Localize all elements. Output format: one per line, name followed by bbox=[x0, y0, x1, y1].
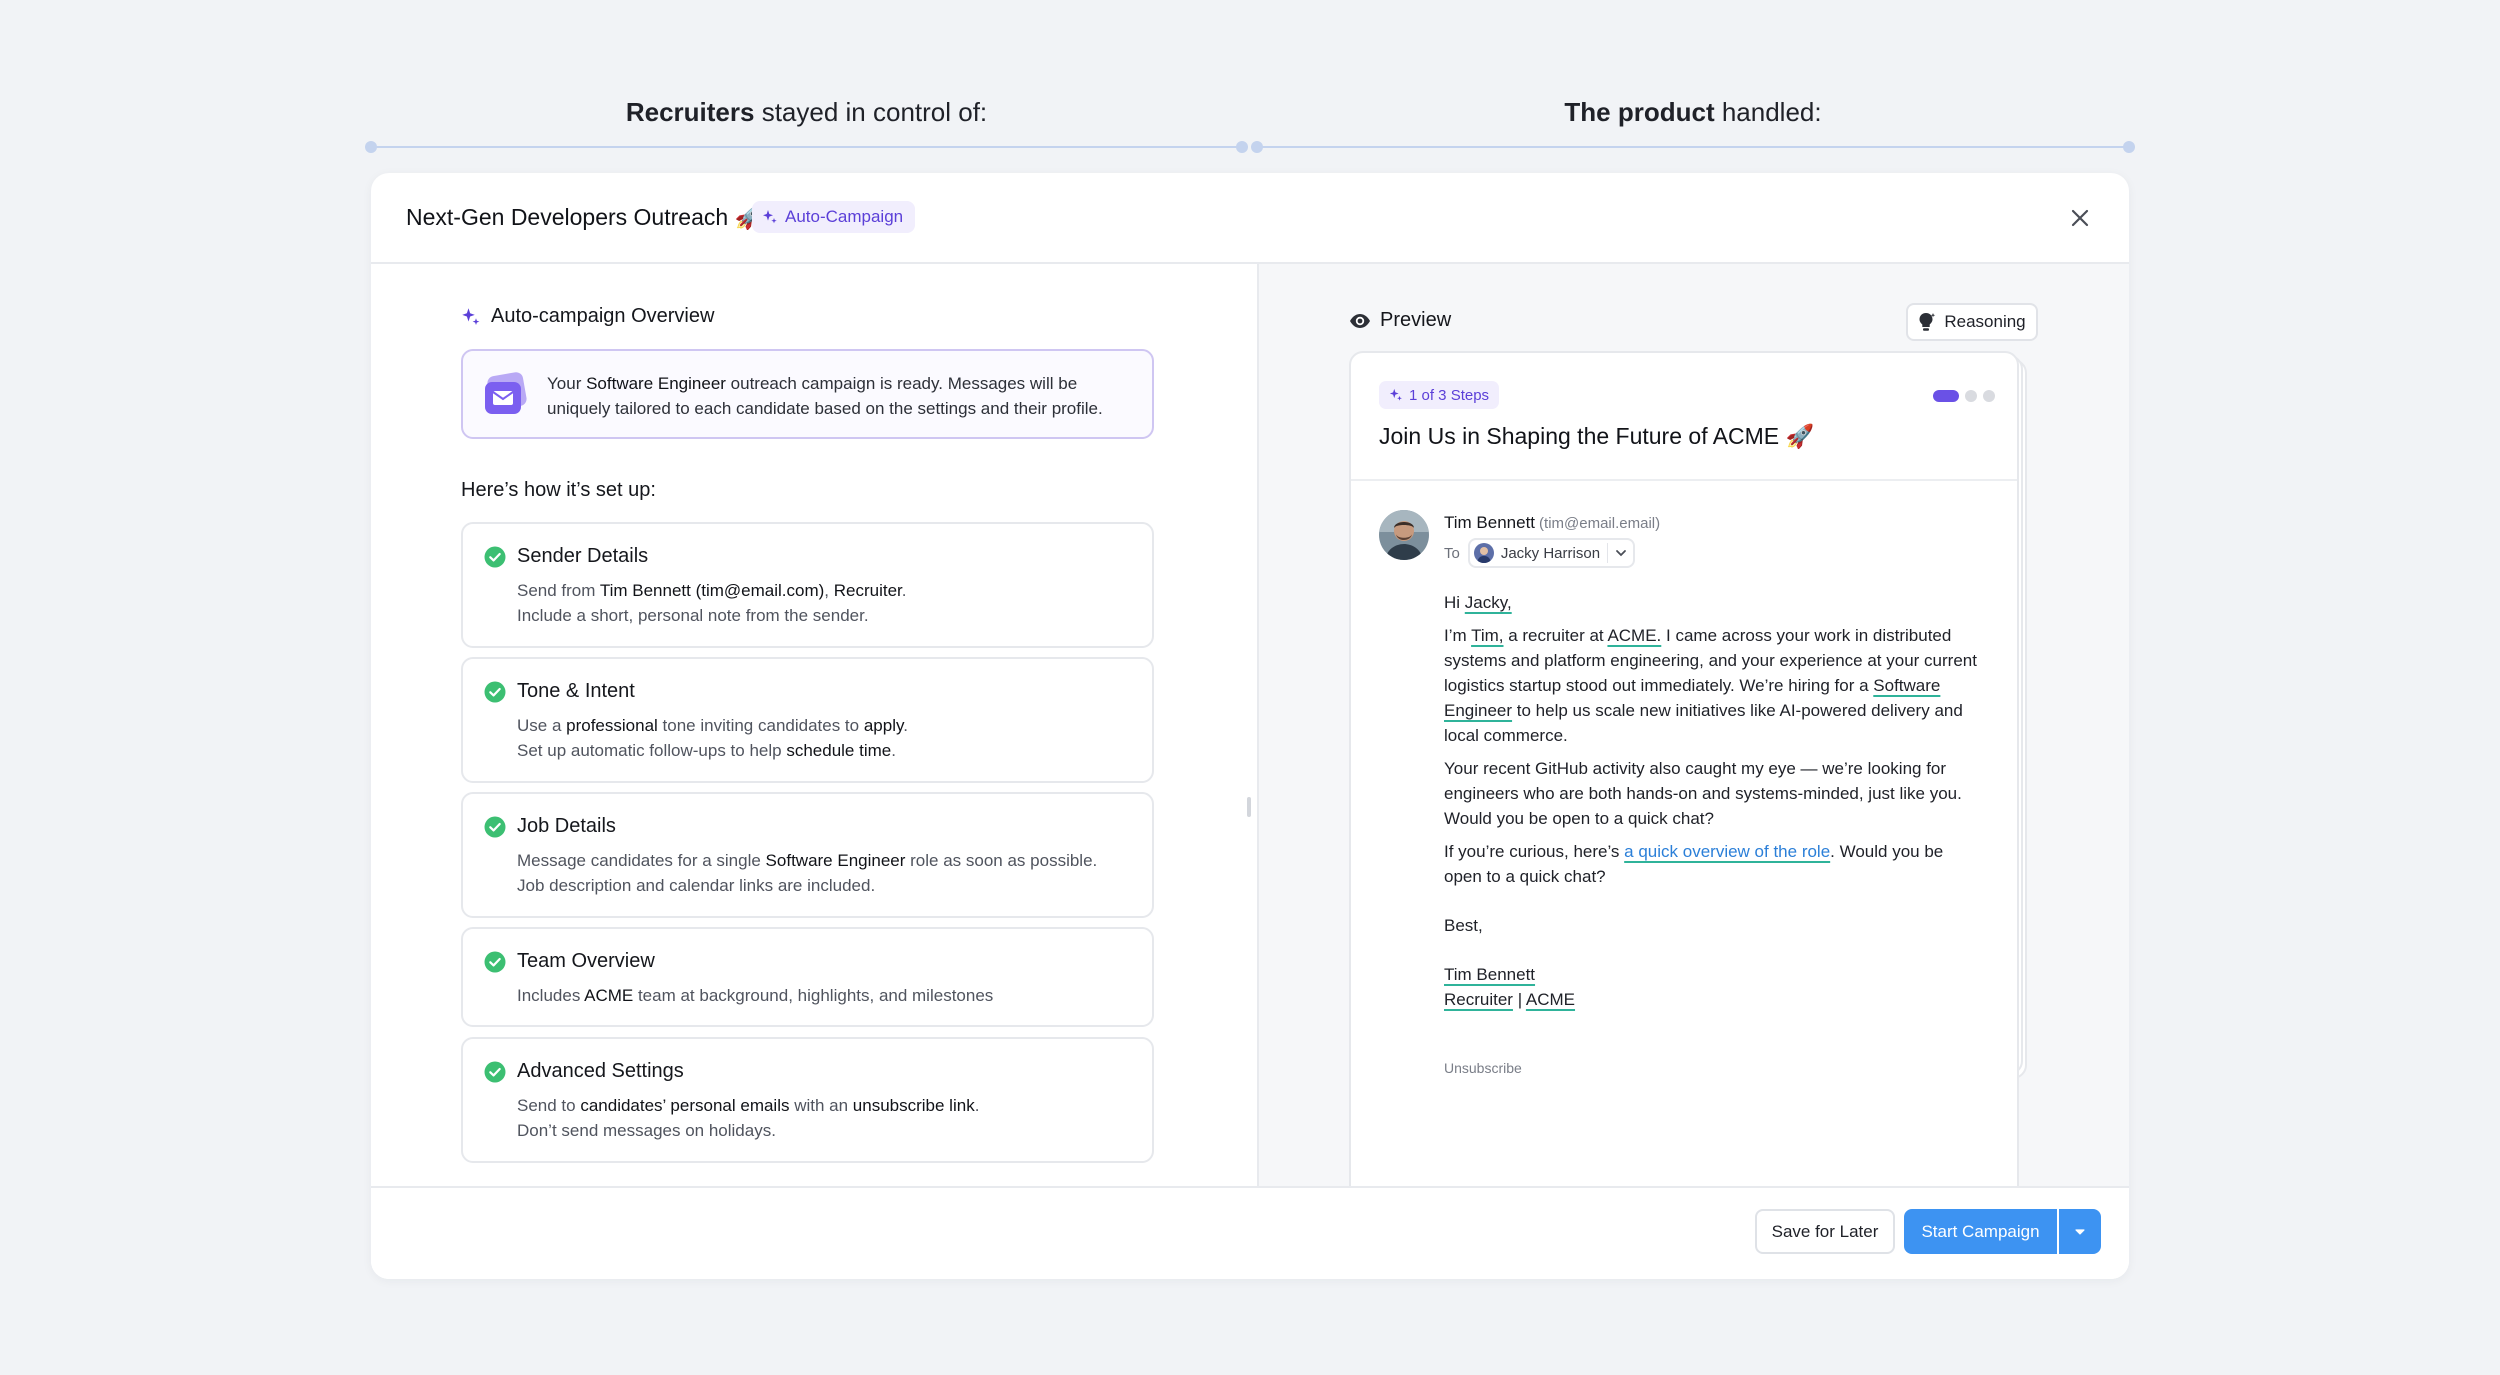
annotation-dot bbox=[2123, 141, 2135, 153]
email-paragraph: If you’re curious, here’s a quick overvi… bbox=[1444, 842, 1944, 886]
email-preview-card: 1 of 3 Steps Join Us in Shaping the Futu… bbox=[1349, 351, 2019, 1186]
card-description: Use a professional tone inviting candida… bbox=[517, 716, 908, 760]
annotation-dot bbox=[1236, 141, 1248, 153]
sparkle-icon bbox=[461, 307, 481, 327]
lightbulb-icon bbox=[1918, 312, 1936, 332]
recipient-selector[interactable]: Jacky Harrison bbox=[1467, 538, 1636, 568]
job-details-card[interactable]: Job Details Message candidates for a sin… bbox=[461, 792, 1154, 918]
save-for-later-button[interactable]: Save for Later bbox=[1755, 1209, 1895, 1254]
overview-section: Auto-campaign Overview Your Software Eng… bbox=[371, 173, 1257, 1186]
step-dot-active[interactable] bbox=[1933, 390, 1959, 402]
signature-title: Recruiter | ACME bbox=[1444, 990, 1576, 1009]
email-greeting: Hi Jacky, bbox=[1444, 593, 1512, 612]
preview-label: Preview bbox=[1349, 309, 1451, 332]
sender-email: (tim@email.email) bbox=[1539, 515, 1661, 532]
variable-highlight: Recruiter bbox=[1444, 990, 1513, 1009]
variable-highlight: ACME bbox=[1525, 990, 1576, 1009]
mail-icon bbox=[481, 370, 529, 418]
annotation-right-line bbox=[1255, 146, 2131, 148]
reasoning-button[interactable]: Reasoning bbox=[1906, 303, 2038, 341]
card-title: Advanced Settings bbox=[517, 1060, 684, 1082]
team-overview-card[interactable]: Team Overview Includes ACME team at back… bbox=[461, 927, 1154, 1027]
campaign-ready-text: Your Software Engineer outreach campaign… bbox=[547, 374, 1103, 418]
annotation-right: The product handled: bbox=[1564, 97, 1822, 127]
overview-title: Auto-campaign Overview bbox=[461, 305, 714, 328]
email-paragraph: Your recent GitHub activity also caught … bbox=[1444, 759, 1962, 828]
campaign-ready-notice: Your Software Engineer outreach campaign… bbox=[461, 349, 1154, 439]
signature-name: Tim Bennett bbox=[1444, 962, 1984, 987]
preview-label-text: Preview bbox=[1380, 309, 1452, 331]
email-paragraph: I’m Tim, a recruiter at ACME. I came acr… bbox=[1444, 626, 1977, 745]
card-description: Send from Tim Bennett (tim@email.com), R… bbox=[517, 581, 907, 625]
email-signoff: Best, bbox=[1444, 916, 1483, 935]
annotation-left-line bbox=[371, 146, 1242, 148]
reasoning-label: Reasoning bbox=[1944, 312, 2026, 331]
check-circle-icon bbox=[484, 1061, 506, 1083]
steps-badge: 1 of 3 Steps bbox=[1379, 381, 1500, 409]
annotation-dot bbox=[365, 141, 377, 153]
annotation-dot bbox=[1251, 141, 1263, 153]
email-body: Hi Jacky, I’m Tim, a recruiter at ACME. … bbox=[1444, 590, 1984, 1012]
variable-highlight: ACME. bbox=[1607, 626, 1662, 645]
card-description: Message candidates for a single Software… bbox=[517, 851, 1098, 895]
caret-down-icon bbox=[2074, 1228, 2086, 1236]
card-description: Includes ACME team at background, highli… bbox=[517, 986, 994, 1005]
card-description: Send to candidates’ personal emails with… bbox=[517, 1096, 980, 1140]
sparkle-icon bbox=[1389, 388, 1403, 402]
setup-title: Here’s how it’s set up: bbox=[461, 479, 656, 501]
role-overview-link[interactable]: a quick overview of the role bbox=[1624, 842, 1830, 861]
chevron-down-icon bbox=[1615, 549, 1627, 557]
recipient-avatar bbox=[1473, 543, 1494, 563]
divider bbox=[1607, 543, 1609, 563]
recipient-name: Jacky Harrison bbox=[1500, 544, 1601, 562]
card-title: Tone & Intent bbox=[517, 680, 635, 702]
recipient-row: To Jacky Harrison bbox=[1444, 538, 1636, 568]
email-subject: Join Us in Shaping the Future of ACME 🚀 bbox=[1379, 423, 1815, 449]
overview-title-text: Auto-campaign Overview bbox=[491, 305, 715, 327]
sender-name: Tim Bennett (tim@email.email) bbox=[1444, 513, 1661, 532]
check-circle-icon bbox=[484, 816, 506, 838]
preview-section: Preview Reasoning 1 of 3 Steps Join Us i… bbox=[1259, 173, 2129, 1186]
step-indicator bbox=[1933, 390, 1995, 402]
check-circle-icon bbox=[484, 681, 506, 703]
to-label: To bbox=[1444, 544, 1460, 562]
variable-highlight: Jacky, bbox=[1464, 593, 1512, 612]
unsubscribe-link[interactable]: Unsubscribe bbox=[1444, 1060, 1522, 1076]
start-campaign-button[interactable]: Start Campaign bbox=[1904, 1209, 2057, 1254]
advanced-settings-card[interactable]: Advanced Settings Send to candidates’ pe… bbox=[461, 1037, 1154, 1163]
card-title: Job Details bbox=[517, 815, 616, 837]
check-circle-icon bbox=[484, 951, 506, 973]
start-campaign-menu-button[interactable] bbox=[2059, 1209, 2101, 1254]
tone-intent-card[interactable]: Tone & Intent Use a professional tone in… bbox=[461, 657, 1154, 783]
check-circle-icon bbox=[484, 546, 506, 568]
card-title: Team Overview bbox=[517, 950, 655, 972]
divider bbox=[1351, 479, 2017, 481]
variable-highlight: Tim Bennett bbox=[1444, 965, 1536, 984]
steps-label: 1 of 3 Steps bbox=[1409, 386, 1490, 404]
eye-icon bbox=[1349, 313, 1371, 329]
step-dot[interactable] bbox=[1983, 390, 1995, 402]
variable-highlight: Tim, bbox=[1471, 626, 1504, 645]
card-title: Sender Details bbox=[517, 545, 649, 567]
sender-avatar bbox=[1379, 510, 1429, 560]
sender-details-card[interactable]: Sender Details Send from Tim Bennett (ti… bbox=[461, 522, 1154, 648]
step-dot[interactable] bbox=[1965, 390, 1977, 402]
annotation-left: Recruiters stayed in control of: bbox=[625, 97, 988, 127]
